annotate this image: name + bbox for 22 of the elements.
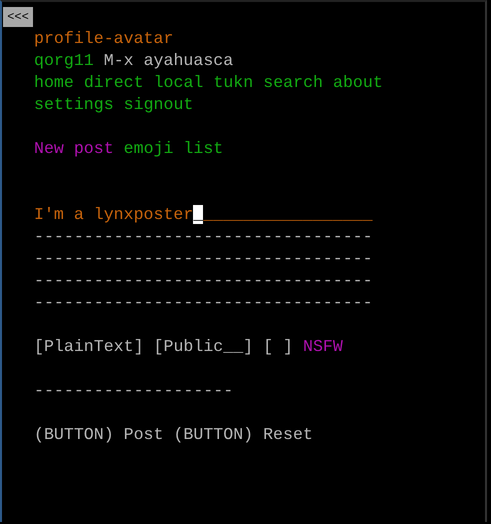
- form-button[interactable]: (BUTTON) Post: [34, 424, 164, 446]
- link[interactable]: tukn: [213, 72, 254, 94]
- label: New post: [34, 138, 114, 160]
- image-alt-text: profile-avatar: [34, 28, 174, 50]
- link[interactable]: emoji list: [124, 138, 224, 160]
- link[interactable]: qorg11: [34, 50, 94, 72]
- text-area[interactable]: I'm a lynxposter__________________ ---------------------------------- ---------------------------------- ---------------------------------- ----------------------------------: [34, 204, 485, 314]
- input-field[interactable]: --------------------: [34, 380, 234, 402]
- checkbox[interactable]: [ ]: [263, 336, 294, 358]
- back-link[interactable]: <<<: [3, 7, 33, 27]
- user-name: M-x ayahuasca: [104, 50, 234, 72]
- select-field[interactable]: [PlainText]: [34, 336, 144, 358]
- form-button[interactable]: (BUTTON) Reset: [173, 424, 313, 446]
- label: NSFW: [303, 336, 343, 358]
- link[interactable]: home: [34, 72, 74, 94]
- link[interactable]: local: [154, 72, 204, 94]
- link[interactable]: settings: [34, 94, 114, 116]
- link[interactable]: direct: [84, 72, 144, 94]
- link[interactable]: about: [332, 72, 383, 94]
- link[interactable]: search: [263, 72, 323, 94]
- select-field[interactable]: [Public__]: [154, 336, 254, 358]
- link[interactable]: signout: [124, 94, 194, 116]
